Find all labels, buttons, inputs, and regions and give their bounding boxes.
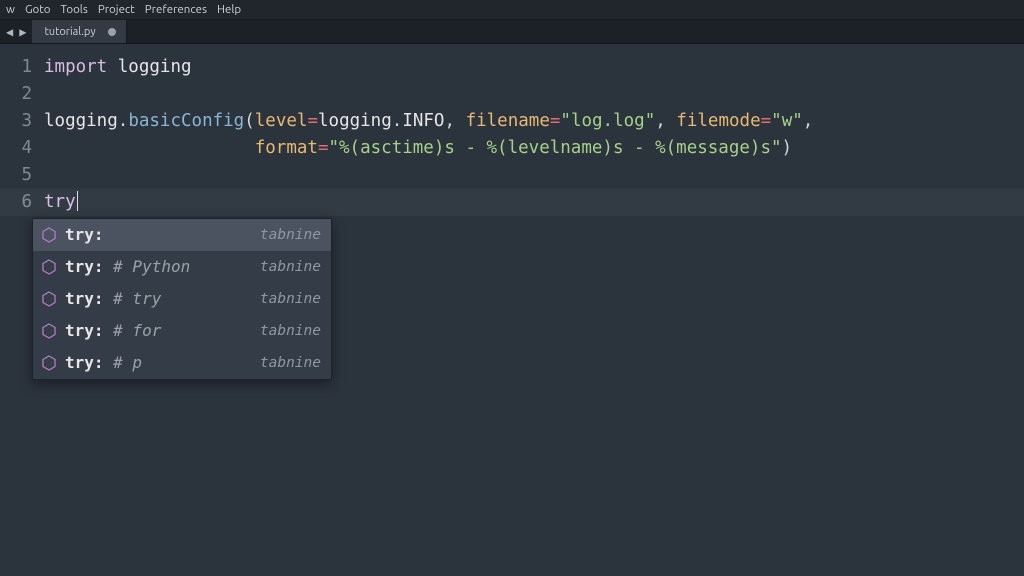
menu-item[interactable]: w [6, 3, 15, 16]
tab-title: tutorial.py [44, 26, 95, 38]
suggestion-icon [41, 323, 57, 339]
suggestion-source: tabnine [260, 356, 321, 371]
suggestion-label: try: # Python [65, 259, 252, 275]
dirty-indicator-icon [108, 28, 116, 36]
autocomplete-popup[interactable]: try: tabnine try: # Python tabnine try: … [32, 218, 332, 380]
autocomplete-item[interactable]: try: # p tabnine [33, 347, 331, 379]
autocomplete-item[interactable]: try: tabnine [33, 219, 331, 251]
nav-back-icon[interactable]: ◀ [4, 25, 15, 39]
menu-item[interactable]: Goto [25, 3, 51, 16]
file-tab[interactable]: tutorial.py [32, 20, 126, 43]
suggestion-source: tabnine [260, 260, 321, 275]
menu-item[interactable]: Tools [61, 3, 88, 16]
nav-forward-icon[interactable]: ▶ [17, 25, 28, 39]
code-line: logging.basicConfig(level=logging.INFO, … [44, 108, 1024, 135]
code-line: try [44, 189, 1024, 216]
suggestion-icon [41, 227, 57, 243]
code-line [44, 81, 1024, 108]
code-line [44, 162, 1024, 189]
autocomplete-item[interactable]: try: # Python tabnine [33, 251, 331, 283]
code-line: format="%(asctime)s - %(levelname)s - %(… [44, 135, 1024, 162]
text-cursor [77, 191, 79, 211]
suggestion-source: tabnine [260, 292, 321, 307]
autocomplete-item[interactable]: try: # for tabnine [33, 315, 331, 347]
nav-arrows: ◀ ▶ [0, 20, 32, 43]
code-line: import logging [44, 54, 1024, 81]
suggestion-icon [41, 291, 57, 307]
toolbar: ◀ ▶ tutorial.py [0, 20, 1024, 44]
suggestion-label: try: # for [65, 323, 252, 339]
menu-item[interactable]: Help [217, 3, 241, 16]
autocomplete-item[interactable]: try: # try tabnine [33, 283, 331, 315]
suggestion-label: try: # try [65, 291, 252, 307]
suggestion-icon [41, 355, 57, 371]
menu-item[interactable]: Preferences [145, 3, 207, 16]
menubar[interactable]: w Goto Tools Project Preferences Help [0, 0, 1024, 20]
suggestion-label: try: # p [65, 355, 252, 371]
editor[interactable]: 1 2 3 4 5 6 import logging logging.basic… [0, 44, 1024, 576]
suggestion-source: tabnine [260, 228, 321, 243]
suggestion-icon [41, 259, 57, 275]
suggestion-label: try: [65, 227, 252, 243]
suggestion-source: tabnine [260, 324, 321, 339]
menu-item[interactable]: Project [98, 3, 135, 16]
